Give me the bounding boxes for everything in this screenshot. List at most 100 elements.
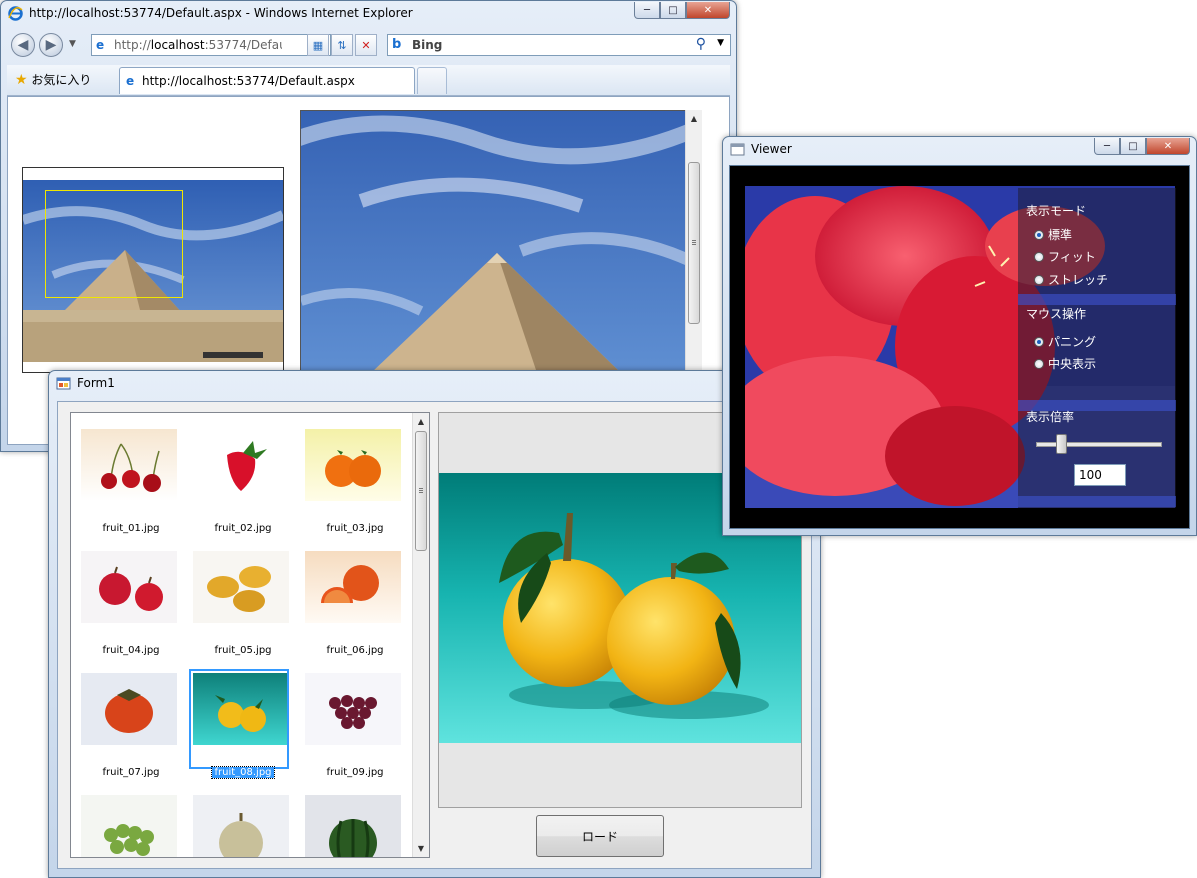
search-icon[interactable]: ⚲ — [696, 36, 706, 52]
scroll-thumb[interactable] — [688, 162, 700, 324]
fruit-thumbnail-cherries — [81, 429, 177, 501]
mouse-mode-panning-radio[interactable]: パニング — [1034, 333, 1096, 350]
viewport-selection-rectangle[interactable] — [45, 190, 183, 298]
list-item[interactable]: fruit_02.jpg — [189, 425, 289, 535]
load-button[interactable]: ロード — [536, 815, 664, 857]
zoom-slider-track[interactable] — [1036, 442, 1162, 447]
item-caption: fruit_06.jpg — [326, 645, 384, 656]
window-icon — [730, 142, 745, 157]
fruit-thumbnail-watermelon — [305, 795, 401, 857]
scroll-up-arrow-icon[interactable]: ▲ — [686, 110, 702, 127]
address-text[interactable]: http://localhost:53774/Defau — [114, 38, 282, 52]
fruit-thumbnail-strawberry — [193, 429, 289, 501]
new-tab-button[interactable] — [417, 67, 447, 94]
compatibility-icon: ▦ — [312, 38, 324, 52]
form1-client-area: fruit_01.jpg fruit_02.jpg fruit_03.jpg f… — [57, 401, 812, 869]
stop-icon: ✕ — [361, 38, 371, 52]
refresh-button[interactable]: ⇅ — [331, 34, 353, 56]
scroll-up-arrow-icon[interactable]: ▲ — [413, 413, 429, 430]
favorites-label: お気に入り — [31, 73, 92, 87]
fruit-thumbnail-blood-oranges — [305, 551, 401, 623]
fruit-thumbnail-persimmon — [81, 673, 177, 745]
ie-window-title: http://localhost:53774/Default.aspx - Wi… — [29, 6, 413, 20]
form-icon — [56, 376, 71, 391]
item-caption: fruit_07.jpg — [102, 767, 160, 778]
radio-icon — [1034, 251, 1044, 262]
viewer-client-area: 表示モード 標準 フィット ストレッチ マウス操作 パニング 中央表示 表示倍率… — [729, 165, 1190, 529]
maximize-button[interactable]: □ — [1120, 138, 1146, 155]
recent-pages-dropdown-icon[interactable]: ▼ — [69, 39, 76, 49]
search-box[interactable]: b Bing ⚲ ▼ — [387, 34, 731, 56]
star-icon: ★ — [15, 72, 28, 88]
item-caption: fruit_09.jpg — [326, 767, 384, 778]
forward-button[interactable]: ▶ — [39, 33, 63, 57]
display-mode-fit-radio[interactable]: フィット — [1034, 248, 1096, 265]
ie-navigation-bar: ◀ ▶ ▼ e http://localhost:53774/Defau ▼ ▦… — [7, 29, 731, 63]
search-provider-label: Bing — [412, 38, 443, 52]
maximize-button[interactable]: □ — [660, 2, 686, 19]
minimize-button[interactable]: ─ — [634, 2, 660, 19]
thumbnail-list-scrollbar[interactable]: ▲ ▼ — [412, 413, 429, 857]
form1-window-title: Form1 — [77, 376, 115, 390]
viewer-window: Viewer ─ □ ✕ 表示モード 標準 フィット ストレッチ マウス操作 パ… — [722, 136, 1197, 536]
zoom-header: 表示倍率 — [1026, 410, 1075, 424]
mouse-operation-header: マウス操作 — [1026, 307, 1087, 321]
compatibility-view-button[interactable]: ▦ — [307, 34, 329, 56]
web-page-scrollbar[interactable]: ▲ — [685, 110, 702, 372]
form1-window: Form1 fruit_01.jpg fruit_02.jpg fruit_03… — [48, 370, 821, 878]
browser-tab[interactable]: e http://localhost:53774/Default.aspx — [119, 67, 415, 94]
list-item[interactable] — [189, 791, 289, 857]
fruit-thumbnail-melon — [193, 795, 289, 857]
zoom-slider-thumb[interactable] — [1055, 434, 1067, 454]
list-item[interactable] — [77, 791, 177, 857]
scroll-down-arrow-icon[interactable]: ▼ — [413, 840, 429, 857]
list-item[interactable]: fruit_04.jpg — [77, 547, 177, 657]
tab-title: http://localhost:53774/Default.aspx — [142, 74, 355, 88]
fruit-thumbnail-apples — [81, 551, 177, 623]
forward-arrow-icon: ▶ — [45, 37, 57, 53]
form1-titlebar[interactable]: Form1 — [49, 371, 820, 397]
list-item[interactable]: fruit_01.jpg — [77, 425, 177, 535]
radio-icon — [1034, 358, 1044, 369]
scroll-thumb[interactable] — [415, 431, 427, 551]
list-item[interactable]: fruit_07.jpg — [77, 669, 177, 779]
item-caption: fruit_08.jpg — [211, 766, 275, 779]
display-mode-standard-radio[interactable]: 標準 — [1034, 226, 1072, 243]
zoom-value-input[interactable]: 100 — [1074, 464, 1126, 486]
close-button[interactable]: ✕ — [1146, 138, 1190, 155]
radio-icon — [1034, 274, 1044, 285]
viewer-window-title: Viewer — [751, 142, 792, 156]
minimize-button[interactable]: ─ — [1094, 138, 1120, 155]
address-bar[interactable]: e http://localhost:53774/Defau ▼ — [91, 34, 331, 56]
viewer-settings-panel: 表示モード 標準 フィット ストレッチ マウス操作 パニング 中央表示 表示倍率… — [1018, 188, 1176, 508]
selection-frame — [189, 669, 289, 769]
close-button[interactable]: ✕ — [686, 2, 730, 19]
viewer-titlebar[interactable]: Viewer ─ □ ✕ — [723, 137, 1196, 163]
item-caption: fruit_05.jpg — [214, 645, 272, 656]
mouse-mode-center-radio[interactable]: 中央表示 — [1034, 355, 1096, 372]
fruit-thumbnail-oranges — [305, 429, 401, 501]
radio-selected-icon — [1034, 229, 1044, 240]
list-item[interactable]: fruit_09.jpg — [301, 669, 401, 779]
favorites-button[interactable]: ★ お気に入り — [15, 71, 91, 88]
ie-logo-icon — [8, 6, 23, 21]
refresh-icon: ⇅ — [337, 38, 347, 52]
page-icon: e — [96, 38, 105, 52]
item-caption: fruit_02.jpg — [214, 523, 272, 534]
back-button[interactable]: ◀ — [11, 33, 35, 57]
item-caption: fruit_01.jpg — [102, 523, 160, 534]
display-mode-stretch-radio[interactable]: ストレッチ — [1034, 271, 1108, 288]
list-item[interactable] — [301, 791, 401, 857]
bing-icon: b — [392, 37, 402, 52]
stop-button[interactable]: ✕ — [355, 34, 377, 56]
list-item[interactable]: fruit_05.jpg — [189, 547, 289, 657]
list-item-selected[interactable]: fruit_08.jpg — [189, 669, 289, 779]
list-item[interactable]: fruit_03.jpg — [301, 425, 401, 535]
thumbnail-list[interactable]: fruit_01.jpg fruit_02.jpg fruit_03.jpg f… — [70, 412, 430, 858]
tab-page-icon: e — [126, 74, 135, 88]
pyramid-zoomed-image[interactable] — [300, 110, 687, 374]
ie-titlebar[interactable]: http://localhost:53774/Default.aspx - Wi… — [1, 1, 736, 27]
search-dropdown-icon[interactable]: ▼ — [717, 38, 724, 48]
back-arrow-icon: ◀ — [17, 37, 29, 53]
list-item[interactable]: fruit_06.jpg — [301, 547, 401, 657]
